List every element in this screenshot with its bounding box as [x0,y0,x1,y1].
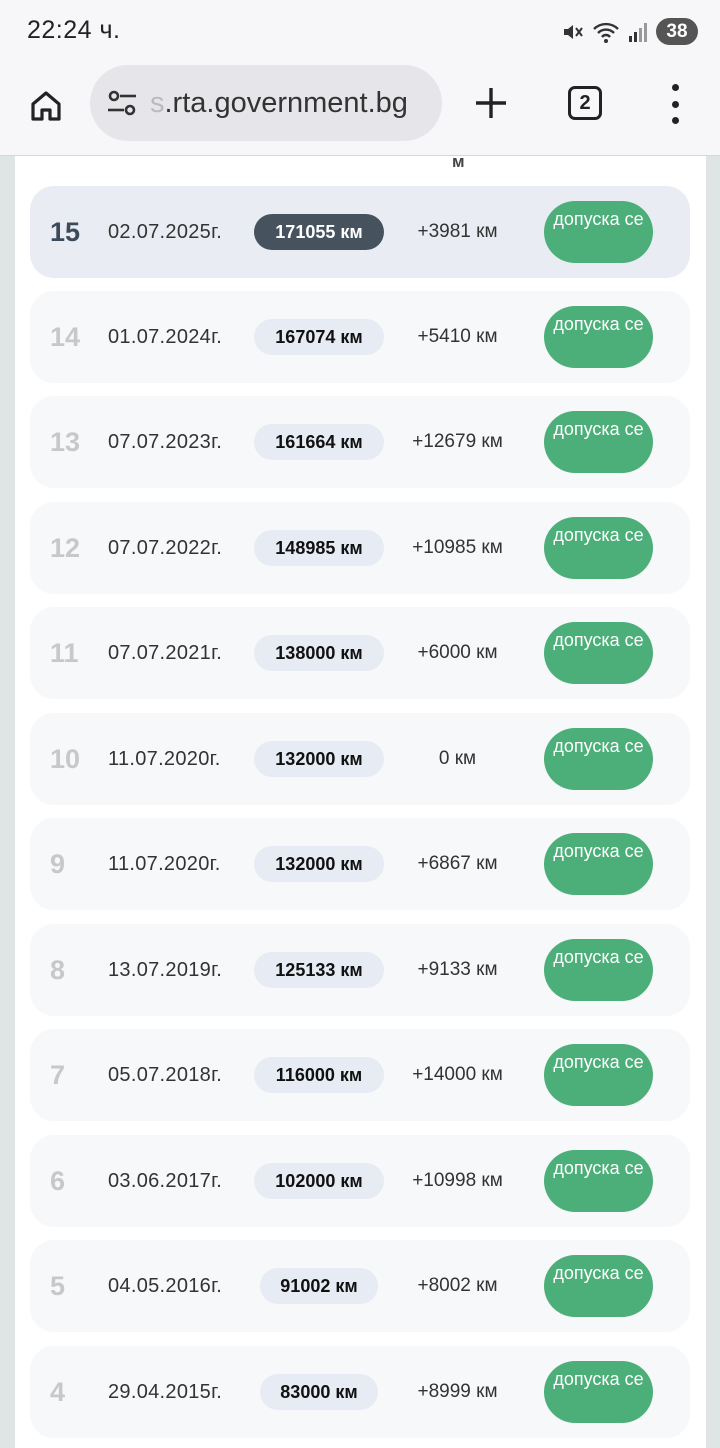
table-row[interactable]: 13 07.07.2023г. 161664 км +12679 км допу… [30,396,690,488]
table-row[interactable]: 6 03.06.2017г. 102000 км +10998 км допус… [30,1135,690,1227]
mileage-difference: +10998 км [412,1170,503,1191]
mileage-difference: +14000 км [412,1064,503,1085]
wifi-icon [593,22,619,43]
browser-toolbar: s.rta.government.bg 2 [0,62,720,156]
inspection-date: 13.07.2019г. [108,959,223,981]
status-bar: 22:24 ч. 38 [0,0,720,62]
mileage-difference: +8999 км [417,1381,498,1402]
table-row[interactable]: 11 07.07.2021г. 138000 км +6000 км допус… [30,607,690,699]
row-number: 4 [50,1377,66,1407]
mileage-difference: +5410 км [417,326,498,347]
status-badge: допуска се [544,833,653,895]
row-number: 5 [50,1271,66,1301]
mileage-badge: 167074 км [254,319,384,355]
status-badge: допуска се [544,939,653,1001]
url-domain: .rta.government.bg [164,87,408,119]
mute-icon [564,24,583,39]
row-number: 8 [50,955,66,985]
address-bar[interactable]: s.rta.government.bg [90,65,442,141]
row-number: 7 [50,1060,66,1090]
table-row[interactable]: 5 04.05.2016г. 91002 км +8002 км допуска… [30,1240,690,1332]
home-icon [31,91,61,121]
mileage-badge: 138000 км [254,635,384,671]
mileage-badge: 116000 км [254,1057,384,1093]
mileage-badge: 83000 км [260,1374,378,1410]
table-row[interactable]: 12 07.07.2022г. 148985 км +10985 км допу… [30,502,690,594]
status-badge: допуска се [544,306,653,368]
mileage-badge: 132000 км [254,846,384,882]
site-settings-icon[interactable] [104,85,140,121]
mileage-badge: 161664 км [254,424,384,460]
more-menu-icon[interactable] [664,84,686,124]
table-row[interactable]: 7 05.07.2018г. 116000 км +14000 км допус… [30,1029,690,1121]
home-button[interactable] [22,82,70,130]
status-badge: допуска се [544,1361,653,1423]
status-icons: 38 [560,18,698,45]
table-row[interactable]: 8 13.07.2019г. 125133 км +9133 км допуск… [30,924,690,1016]
inspection-date: 07.07.2021г. [108,642,223,664]
mileage-difference: +10985 км [412,537,503,558]
row-number: 12 [50,533,81,563]
mileage-badge: 171055 км [254,214,384,250]
status-badge: допуска се [544,517,653,579]
row-number: 9 [50,849,66,879]
inspection-date: 11.07.2020г. [108,853,221,875]
signal-icon [629,22,647,42]
inspection-date: 03.06.2017г. [108,1170,223,1192]
table-row[interactable]: 15 02.07.2025г. 171055 км +3981 км допус… [30,186,690,278]
table-row[interactable]: 4 29.04.2015г. 83000 км +8999 км допуска… [30,1346,690,1438]
table-row[interactable]: 10 11.07.2020г. 132000 км 0 км допуска с… [30,713,690,805]
status-badge: допуска се [544,1044,653,1106]
table-row[interactable]: 14 01.07.2024г. 167074 км +5410 км допус… [30,291,690,383]
inspection-date: 01.07.2024г. [108,326,223,348]
row-number: 13 [50,427,81,457]
inspection-date: 07.07.2022г. [108,537,223,559]
mileage-badge: 125133 км [254,952,384,988]
status-badge: допуска се [544,1150,653,1212]
battery-level: 38 [666,20,688,42]
tab-switcher-button[interactable]: 2 [568,86,602,120]
mileage-difference: +6000 км [417,642,498,663]
row-number: 10 [50,744,81,774]
status-badge: допуска се [544,411,653,473]
inspection-date: 29.04.2015г. [108,1381,223,1403]
status-badge: допуска се [544,728,653,790]
mileage-badge: 91002 км [260,1268,378,1304]
inspection-date: 07.07.2023г. [108,431,223,453]
inspection-list: м 15 02.07.2025г. 171055 км +3981 км доп… [15,156,706,1448]
table-row[interactable]: 9 11.07.2020г. 132000 км +6867 км допуск… [30,818,690,910]
mileage-difference: +6867 км [417,853,498,874]
mileage-difference: +9133 км [417,959,498,980]
status-badge: допуска се [544,622,653,684]
mileage-badge: 132000 км [254,741,384,777]
url-faded-part: s [150,87,165,119]
new-tab-icon[interactable] [470,82,512,124]
inspection-date: 02.07.2025г. [108,221,223,243]
status-time: 22:24 ч. [27,16,121,44]
inspection-date: 04.05.2016г. [108,1275,223,1297]
row-number: 15 [50,217,81,247]
inspection-date: 05.07.2018г. [108,1064,223,1086]
mileage-difference: +3981 км [417,221,498,242]
inspection-date: 11.07.2020г. [108,748,221,770]
url-text: s.rta.government.bg [150,87,434,120]
status-badge: допуска се [544,201,653,263]
status-badge: допуска се [544,1255,653,1317]
mileage-difference: +8002 км [417,1275,498,1296]
mileage-badge: 148985 км [254,530,384,566]
mileage-difference: 0 км [438,748,477,769]
row-number: 11 [50,638,79,668]
row-number: 14 [50,322,81,352]
mileage-difference: +12679 км [412,431,503,452]
mileage-badge: 102000 км [254,1163,384,1199]
column-header-partial: м [452,156,465,171]
battery-icon: 38 [656,18,698,45]
row-number: 6 [50,1166,66,1196]
